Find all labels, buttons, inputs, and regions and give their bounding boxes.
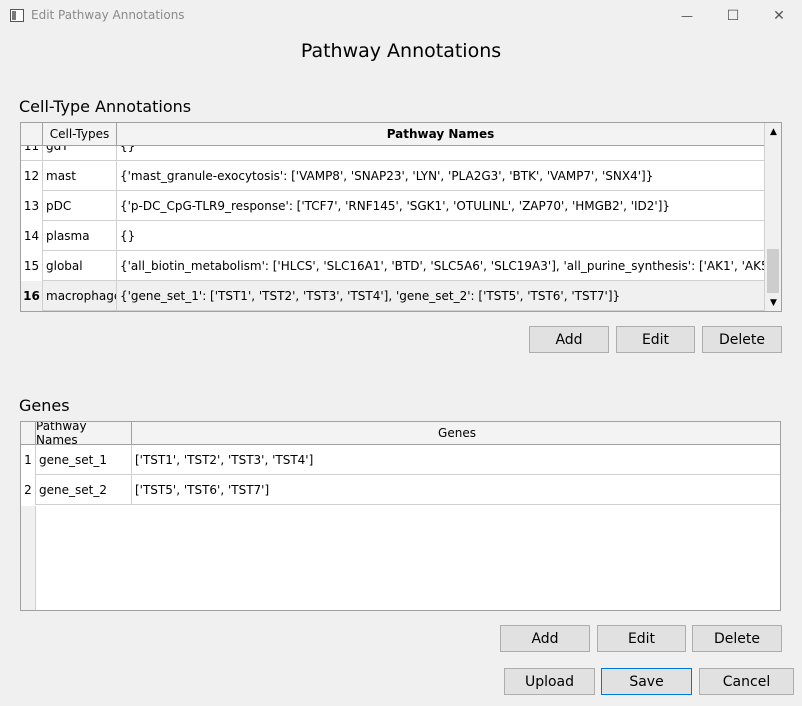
maximize-button[interactable]: ☐ [710, 0, 756, 31]
minimize-icon: — [681, 8, 693, 23]
table-row[interactable]: 14 plasma {} [21, 221, 765, 251]
genes-add-button[interactable]: Add [500, 625, 590, 652]
pathway-cell[interactable]: {} [117, 146, 765, 160]
row-number: 12 [21, 161, 43, 191]
corner-header [21, 123, 43, 146]
table-row[interactable]: 1 gene_set_1 ['TST1', 'TST2', 'TST3', 'T… [21, 445, 780, 475]
celltype-edit-button[interactable]: Edit [616, 326, 695, 353]
upload-button[interactable]: Upload [504, 668, 595, 695]
celltype-table: Cell-Types Pathway Names 11 gdT {} 12 ma… [20, 122, 782, 312]
celltype-delete-button[interactable]: Delete [702, 326, 782, 353]
minimize-button[interactable]: — [664, 0, 710, 31]
window-title: Edit Pathway Annotations [31, 8, 185, 22]
genes-cell[interactable]: ['TST5', 'TST6', 'TST7'] [132, 475, 780, 505]
table-row[interactable]: 15 global {'all_biotin_metabolism': ['HL… [21, 251, 765, 281]
celltype-cell[interactable]: global [43, 251, 117, 281]
close-button[interactable]: ✕ [756, 0, 802, 31]
corner-header [21, 422, 36, 445]
celltype-cell[interactable]: pDC [43, 191, 117, 221]
pathway-cell[interactable]: {'all_biotin_metabolism': ['HLCS', 'SLC1… [117, 251, 765, 281]
genes-edit-button[interactable]: Edit [597, 625, 686, 652]
celltype-add-button[interactable]: Add [529, 326, 609, 353]
scrollbar-thumb[interactable] [767, 249, 779, 293]
row-number: 16 [21, 281, 43, 311]
vertical-scrollbar[interactable]: ▲ ▼ [764, 123, 781, 311]
table-row[interactable]: 2 gene_set_2 ['TST5', 'TST6', 'TST7'] [21, 475, 780, 505]
pathway-name-cell[interactable]: gene_set_1 [36, 445, 132, 475]
celltype-cell[interactable]: mast [43, 161, 117, 191]
scroll-down-icon[interactable]: ▼ [765, 294, 781, 311]
column-header-genes[interactable]: Genes [132, 422, 780, 445]
column-header-pathway-names[interactable]: Pathway Names [36, 422, 132, 447]
row-number: 14 [21, 221, 43, 251]
app-icon [10, 9, 24, 22]
celltype-section-title: Cell-Type Annotations [19, 97, 192, 116]
row-number: 13 [21, 191, 43, 221]
row-number: 15 [21, 251, 43, 281]
close-icon: ✕ [773, 7, 785, 24]
scroll-up-icon[interactable]: ▲ [765, 123, 781, 140]
pathway-name-cell[interactable]: gene_set_2 [36, 475, 132, 505]
pathway-cell[interactable]: {'gene_set_1': ['TST1', 'TST2', 'TST3', … [117, 281, 765, 311]
celltype-cell[interactable]: gdT [43, 146, 117, 160]
pathway-cell[interactable]: {'p-DC_CpG-TLR9_response': ['TCF7', 'RNF… [117, 191, 765, 221]
pathway-cell[interactable]: {'mast_granule-exocytosis': ['VAMP8', 'S… [117, 161, 765, 191]
save-button[interactable]: Save [601, 668, 692, 695]
table-row[interactable]: 13 pDC {'p-DC_CpG-TLR9_response': ['TCF7… [21, 191, 765, 221]
row-number: 1 [21, 445, 36, 475]
row-header-gutter [21, 506, 36, 610]
genes-delete-button[interactable]: Delete [692, 625, 782, 652]
column-header-pathway-names[interactable]: Pathway Names [117, 123, 765, 146]
table-row[interactable]: 11 gdT {} [21, 146, 765, 161]
row-number: 11 [21, 146, 43, 160]
genes-section-title: Genes [19, 396, 70, 415]
genes-cell[interactable]: ['TST1', 'TST2', 'TST3', 'TST4'] [132, 445, 780, 475]
row-number: 2 [21, 475, 36, 505]
celltype-cell[interactable]: plasma [43, 221, 117, 251]
table-row[interactable]: 12 mast {'mast_granule-exocytosis': ['VA… [21, 161, 765, 191]
celltype-cell[interactable]: macrophage [43, 281, 117, 311]
genes-table: Pathway Names Genes 1 gene_set_1 ['TST1'… [20, 421, 781, 611]
column-header-celltypes[interactable]: Cell-Types [43, 123, 117, 146]
title-bar: Edit Pathway Annotations — ☐ ✕ [0, 0, 802, 31]
table-row-selected[interactable]: 16 macrophage {'gene_set_1': ['TST1', 'T… [21, 281, 765, 311]
page-title: Pathway Annotations [300, 40, 502, 62]
cancel-button[interactable]: Cancel [699, 668, 794, 695]
pathway-cell[interactable]: {} [117, 221, 765, 251]
maximize-icon: ☐ [726, 7, 740, 24]
